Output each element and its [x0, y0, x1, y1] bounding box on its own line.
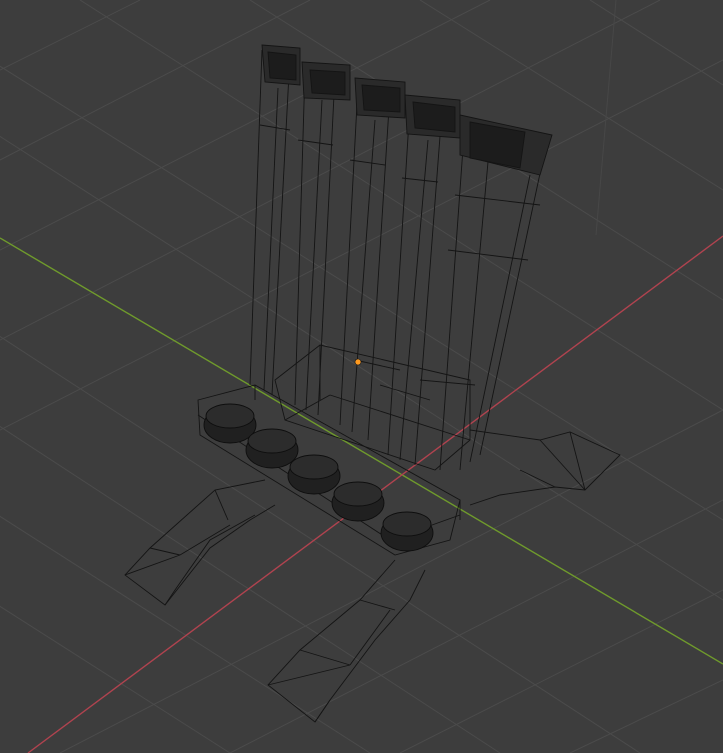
cap-3[interactable]	[354, 77, 406, 119]
object-origin-icon[interactable]	[354, 358, 362, 366]
puck-5[interactable]	[380, 511, 434, 552]
puck-1[interactable]	[203, 403, 257, 444]
puck-3[interactable]	[287, 454, 341, 495]
puck-4[interactable]	[331, 481, 385, 522]
cap-1[interactable]	[261, 44, 301, 86]
3d-viewport[interactable]	[0, 0, 723, 753]
cap-2[interactable]	[301, 61, 351, 101]
puck-2[interactable]	[245, 428, 299, 469]
cap-4[interactable]	[404, 94, 461, 139]
viewport-canvas[interactable]	[0, 0, 723, 753]
